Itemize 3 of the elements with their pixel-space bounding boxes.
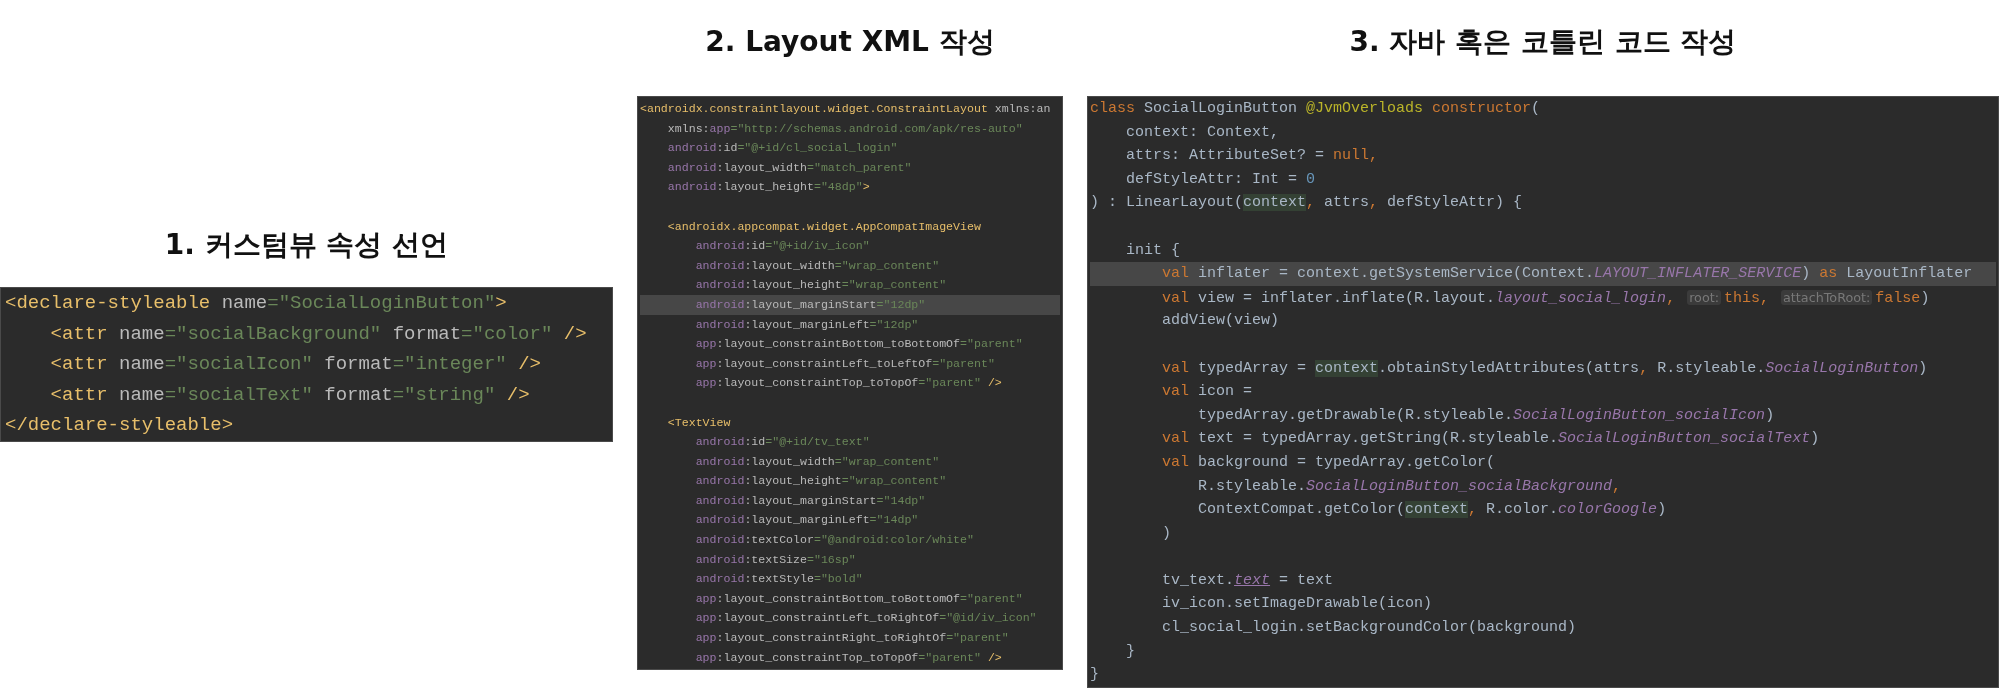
section-heading: 2. Layout XML 작성 <box>705 24 995 60</box>
section-heading: 3. 자바 혹은 코틀린 코드 작성 <box>1349 24 1737 60</box>
section-heading: 1. 커스텀뷰 속성 선언 <box>164 227 449 263</box>
